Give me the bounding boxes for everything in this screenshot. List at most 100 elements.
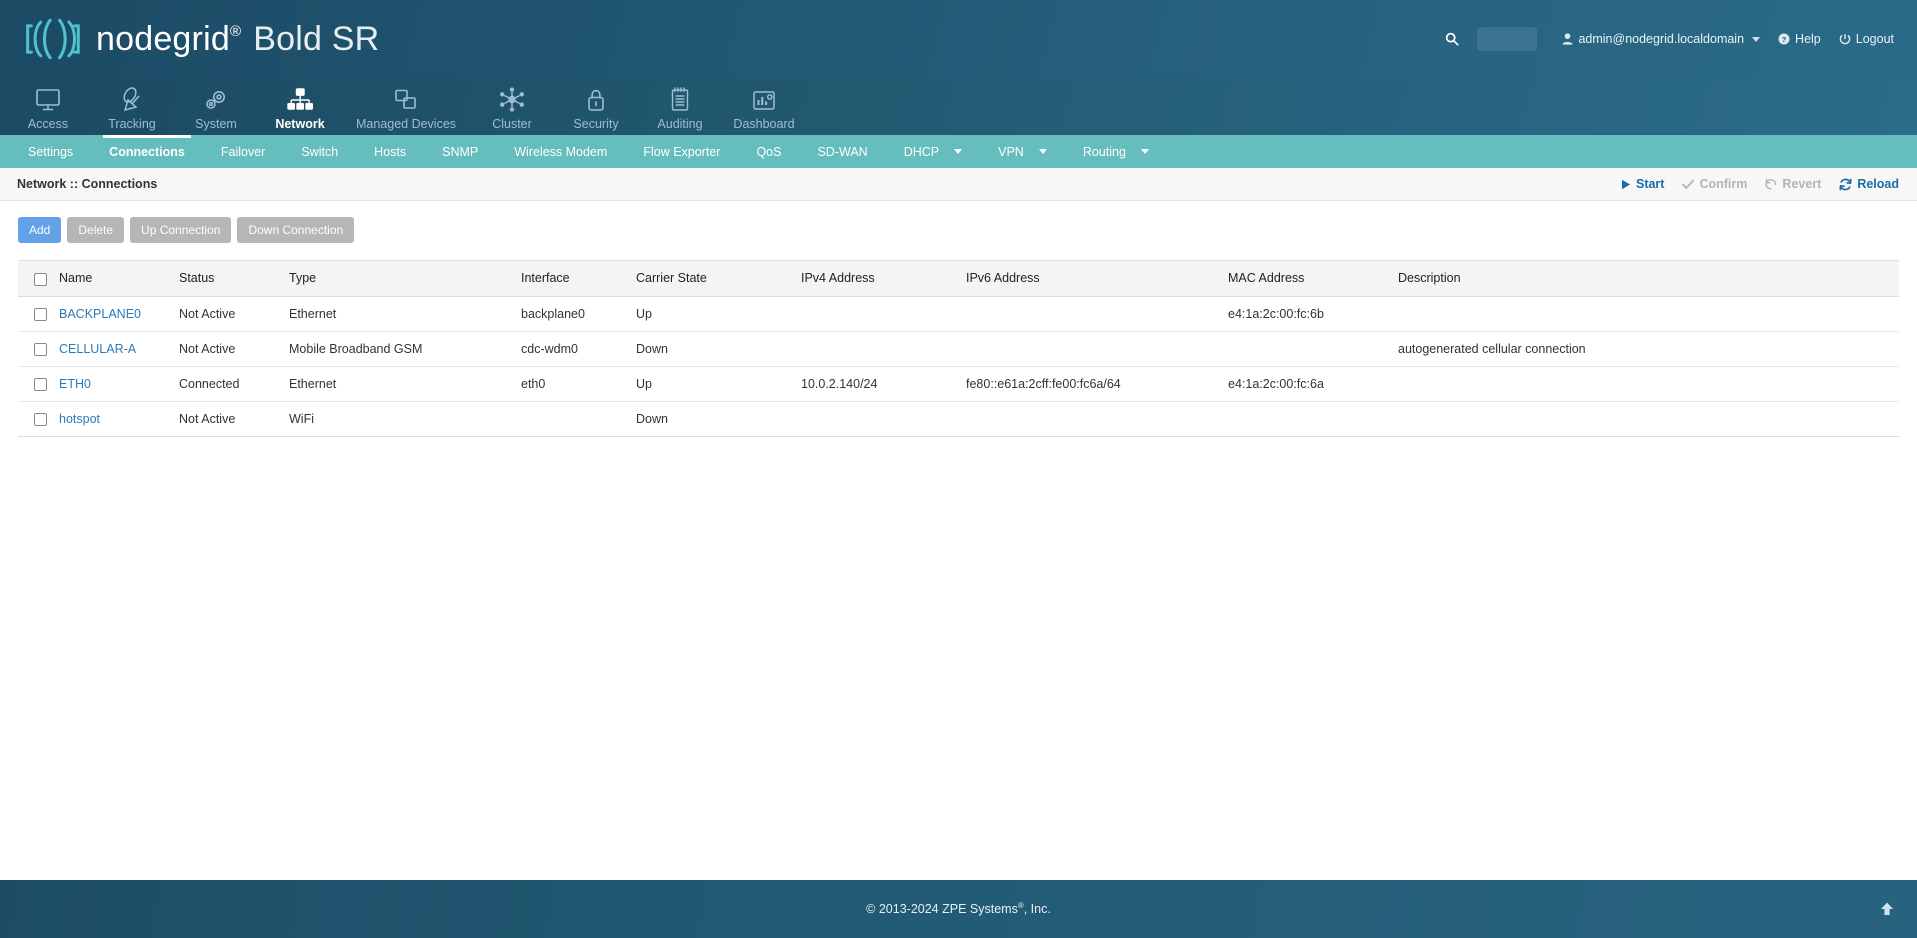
column-header-status[interactable]: Status bbox=[173, 260, 283, 297]
arrow-up-icon bbox=[1881, 902, 1893, 915]
tab-connections[interactable]: Connections bbox=[91, 135, 203, 168]
tab-sd-wan[interactable]: SD-WAN bbox=[799, 135, 885, 168]
column-header-ipv6-address[interactable]: IPv6 Address bbox=[960, 260, 1222, 297]
row-checkbox[interactable] bbox=[34, 343, 47, 356]
row-checkbox[interactable] bbox=[34, 307, 47, 321]
reload-label: Reload bbox=[1857, 177, 1899, 191]
tab-flow-exporter[interactable]: Flow Exporter bbox=[625, 135, 738, 168]
cell-carrier-state: Up bbox=[630, 366, 795, 403]
main-content: Add Delete Up Connection Down Connection… bbox=[0, 201, 1917, 841]
nav-item-access[interactable]: Access bbox=[6, 82, 90, 135]
tab-hosts[interactable]: Hosts bbox=[356, 135, 424, 168]
table-body: BACKPLANE0 Not Active Ethernet backplane… bbox=[18, 296, 1899, 438]
column-header-description[interactable]: Description bbox=[1392, 260, 1899, 297]
user-menu[interactable]: admin@nodegrid.localdomain bbox=[1553, 32, 1769, 46]
tab-settings[interactable]: Settings bbox=[10, 135, 91, 168]
nav-label: Dashboard bbox=[733, 117, 795, 131]
start-label: Start bbox=[1635, 177, 1665, 191]
tab-failover[interactable]: Failover bbox=[203, 135, 283, 168]
logout-button[interactable]: Logout bbox=[1830, 32, 1903, 46]
chevron-down-icon bbox=[954, 149, 963, 154]
column-header-mac-address[interactable]: MAC Address bbox=[1222, 260, 1392, 297]
connection-link[interactable]: ETH0 bbox=[59, 377, 91, 391]
tab-snmp[interactable]: SNMP bbox=[424, 135, 496, 168]
tab-label: Flow Exporter bbox=[643, 144, 721, 159]
connection-link[interactable]: BACKPLANE0 bbox=[59, 307, 141, 321]
row-select-cell bbox=[18, 296, 53, 332]
app-header: nodegrid ® Bold SR admin@nodegrid.localdo… bbox=[0, 0, 1917, 78]
tab-label: Connections bbox=[109, 144, 185, 159]
scroll-to-top-button[interactable] bbox=[1879, 901, 1895, 917]
nav-label: Security bbox=[573, 117, 619, 131]
nav-item-network[interactable]: Network bbox=[258, 82, 342, 135]
cell-status: Not Active bbox=[173, 401, 283, 438]
column-header-name[interactable]: Name bbox=[53, 260, 173, 297]
cell-name: hotspot bbox=[53, 401, 173, 438]
cell-mac: e4:1a:2c:00:fc:6b bbox=[1222, 296, 1392, 332]
main-navigation: Access Tracking System Network Managed D… bbox=[0, 78, 1917, 135]
cell-ipv6 bbox=[960, 331, 1222, 368]
breadcrumb-actions: Start Confirm Revert Reload bbox=[1621, 177, 1899, 191]
column-header-ipv4-address[interactable]: IPv4 Address bbox=[795, 260, 960, 297]
sitemap-icon bbox=[287, 82, 313, 112]
search-input[interactable] bbox=[1477, 27, 1538, 51]
cell-ipv4 bbox=[795, 401, 960, 438]
nav-item-auditing[interactable]: Auditing bbox=[638, 82, 722, 135]
confirm-label: Confirm bbox=[1699, 177, 1748, 191]
tab-wireless-modem[interactable]: Wireless Modem bbox=[496, 135, 625, 168]
tab-vpn[interactable]: VPN bbox=[980, 135, 1065, 168]
cell-ipv4: 10.0.2.140/24 bbox=[795, 366, 960, 403]
tab-routing[interactable]: Routing bbox=[1065, 135, 1167, 168]
help-button[interactable]: ? Help bbox=[1769, 32, 1830, 46]
confirm-button[interactable]: Confirm bbox=[1682, 177, 1747, 191]
cluster-icon bbox=[499, 82, 525, 112]
cell-status: Connected bbox=[173, 366, 283, 403]
tab-label: Failover bbox=[220, 144, 266, 159]
header-right-controls: admin@nodegrid.localdomain ? Help Logout bbox=[1439, 0, 1903, 78]
tab-qos[interactable]: QoS bbox=[738, 135, 799, 168]
column-header-type[interactable]: Type bbox=[283, 260, 515, 297]
table-row[interactable]: hotspot Not Active WiFi Down bbox=[18, 401, 1899, 438]
column-header-interface[interactable]: Interface bbox=[515, 260, 630, 297]
search-icon[interactable] bbox=[1439, 26, 1465, 52]
nav-item-system[interactable]: System bbox=[174, 82, 258, 135]
brand-name: nodegrid bbox=[96, 20, 230, 58]
table-row[interactable]: CELLULAR-A Not Active Mobile Broadband G… bbox=[18, 331, 1899, 368]
connections-table: Name Status Type Interface Carrier State… bbox=[18, 260, 1899, 438]
row-checkbox[interactable] bbox=[34, 413, 47, 427]
connection-link[interactable]: CELLULAR-A bbox=[59, 342, 136, 356]
tab-switch[interactable]: Switch bbox=[283, 135, 356, 168]
play-icon bbox=[1621, 179, 1630, 189]
tab-dhcp[interactable]: DHCP bbox=[886, 135, 980, 168]
connection-link[interactable]: hotspot bbox=[59, 412, 100, 426]
nav-item-security[interactable]: Security bbox=[554, 82, 638, 135]
down-connection-button[interactable]: Down Connection bbox=[237, 217, 355, 244]
nav-item-tracking[interactable]: Tracking bbox=[90, 82, 174, 135]
row-select-cell bbox=[18, 366, 53, 403]
add-button[interactable]: Add bbox=[18, 217, 62, 244]
cell-name: ETH0 bbox=[53, 366, 173, 403]
nav-item-dashboard[interactable]: Dashboard bbox=[722, 82, 806, 135]
nav-label: Network bbox=[275, 117, 325, 131]
bar-chart-icon bbox=[752, 82, 776, 112]
revert-button[interactable]: Revert bbox=[1765, 177, 1821, 191]
tab-label: SNMP bbox=[442, 144, 479, 159]
table-row[interactable]: ETH0 Connected Ethernet eth0 Up 10.0.2.1… bbox=[18, 366, 1899, 403]
chevron-down-icon bbox=[1752, 36, 1761, 42]
row-checkbox[interactable] bbox=[34, 378, 47, 392]
table-row[interactable]: BACKPLANE0 Not Active Ethernet backplane… bbox=[18, 296, 1899, 332]
cell-ipv6: fe80::e61a:2cff:fe00:fc6a/64 bbox=[960, 366, 1222, 403]
nav-item-cluster[interactable]: Cluster bbox=[470, 82, 554, 135]
satellite-icon bbox=[119, 82, 145, 112]
layers-icon bbox=[393, 82, 419, 112]
delete-button[interactable]: Delete bbox=[67, 217, 125, 244]
start-button[interactable]: Start bbox=[1621, 177, 1664, 191]
reload-button[interactable]: Reload bbox=[1839, 177, 1899, 191]
brand-logo[interactable]: nodegrid ® Bold SR bbox=[0, 12, 379, 66]
select-all-checkbox[interactable] bbox=[34, 272, 47, 286]
tab-label: QoS bbox=[756, 144, 782, 159]
brand-text: nodegrid ® Bold SR bbox=[96, 22, 379, 56]
column-header-carrier-state[interactable]: Carrier State bbox=[630, 260, 795, 297]
up-connection-button[interactable]: Up Connection bbox=[130, 217, 232, 244]
nav-item-managed-devices[interactable]: Managed Devices bbox=[342, 82, 470, 135]
